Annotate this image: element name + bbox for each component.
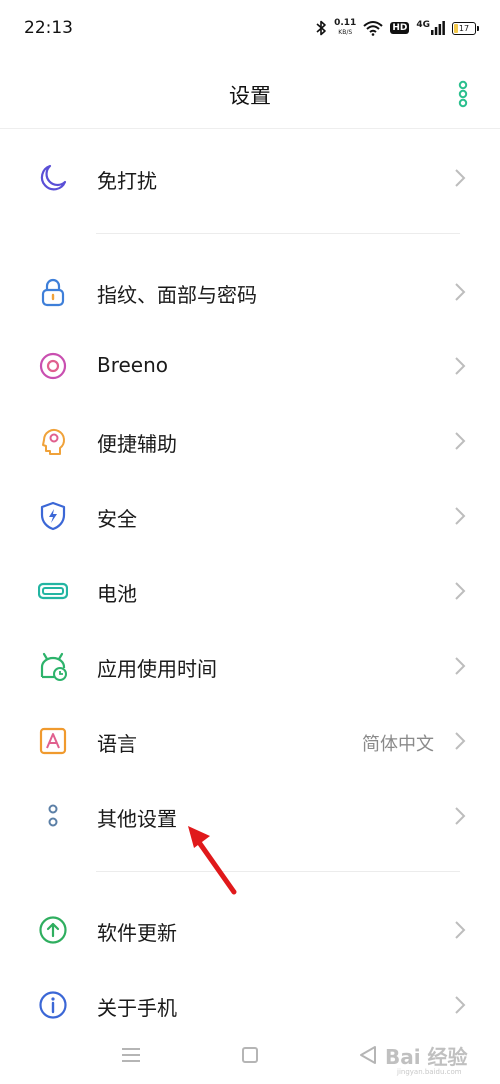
settings-item-label: 应用使用时间 [97, 657, 217, 681]
signal-icon: 4G [416, 20, 445, 35]
home-icon[interactable] [237, 1042, 263, 1068]
settings-item-battery[interactable]: 电池 [0, 554, 500, 628]
chevron-right-icon [455, 582, 466, 600]
net-speed: 0.11 KB/S [334, 19, 356, 37]
app-header: 设置 [0, 60, 500, 128]
header-divider [0, 128, 500, 129]
settings-item-fingerprint-face-password[interactable]: 指纹、面部与密码 [0, 255, 500, 329]
chevron-right-icon [455, 357, 466, 375]
group-divider [96, 871, 460, 872]
settings-item-app-usage-time[interactable]: 应用使用时间 [0, 629, 500, 703]
other-settings-icon [48, 804, 58, 827]
back-icon[interactable] [355, 1042, 381, 1068]
net-speed-value: 0.11 [334, 18, 357, 28]
battery-indicator: 17 [452, 21, 479, 35]
menu-icon[interactable] [118, 1042, 144, 1068]
info-icon [39, 991, 67, 1019]
language-icon [39, 727, 67, 755]
annotation-arrow [188, 826, 237, 895]
settings-item-label: 语言 [97, 732, 137, 756]
settings-item-label: Breeno [97, 353, 169, 377]
status-bar: 22:13 0.11 KB/S HD 4G 17 [0, 0, 500, 60]
settings-item-label: 软件更新 [97, 921, 177, 945]
chevron-right-icon [455, 996, 466, 1014]
settings-item-label: 安全 [97, 507, 137, 531]
hd-badge: HD [390, 22, 410, 34]
settings-item-breeno[interactable]: Breeno [0, 329, 500, 403]
battery-level: 17 [458, 23, 470, 33]
signal-bars [431, 21, 445, 35]
update-icon [39, 916, 67, 944]
lock-icon [41, 278, 65, 307]
settings-item-other-settings[interactable]: 其他设置 [0, 779, 500, 853]
chevron-right-icon [455, 921, 466, 939]
chevron-right-icon [455, 432, 466, 450]
watermark-text: Bai 经验 [385, 1045, 468, 1069]
watermark-sub: jingyan.baidu.com [397, 1068, 462, 1076]
network-type: 4G [416, 20, 430, 30]
group-divider [96, 233, 460, 234]
settings-item-label: 免打扰 [97, 169, 157, 193]
battery-icon [38, 582, 68, 600]
chevron-right-icon [455, 169, 466, 187]
net-speed-unit: KB/S [338, 29, 353, 36]
assist-icon [42, 429, 65, 455]
settings-item-do-not-disturb[interactable]: 免打扰 [0, 141, 500, 215]
settings-item-convenience-assist[interactable]: 便捷辅助 [0, 404, 500, 478]
page-title: 设置 [229, 84, 271, 108]
shield-icon [40, 501, 66, 531]
moon-icon [40, 164, 67, 191]
app-time-icon [40, 652, 67, 681]
chevron-right-icon [455, 657, 466, 675]
language-value: 简体中文 [362, 734, 434, 755]
settings-item-software-update[interactable]: 软件更新 [0, 893, 500, 967]
status-icons: 0.11 KB/S HD 4G 17 [316, 16, 479, 40]
chevron-right-icon [455, 283, 466, 301]
chevron-right-icon [455, 807, 466, 825]
chevron-right-icon [455, 732, 466, 750]
settings-item-security[interactable]: 安全 [0, 479, 500, 553]
settings-item-label: 指纹、面部与密码 [97, 283, 257, 307]
wifi-icon [363, 21, 383, 36]
settings-item-label: 便捷辅助 [97, 432, 177, 456]
chevron-right-icon [455, 507, 466, 525]
more-vertical-icon[interactable] [452, 80, 474, 108]
breeno-icon [39, 352, 67, 380]
settings-item-label: 其他设置 [97, 807, 177, 831]
status-time: 22:13 [24, 18, 73, 38]
bluetooth-icon [316, 20, 326, 36]
settings-item-label: 关于手机 [97, 996, 177, 1020]
settings-item-label: 电池 [97, 582, 137, 606]
settings-item-language[interactable]: 语言 简体中文 [0, 704, 500, 778]
